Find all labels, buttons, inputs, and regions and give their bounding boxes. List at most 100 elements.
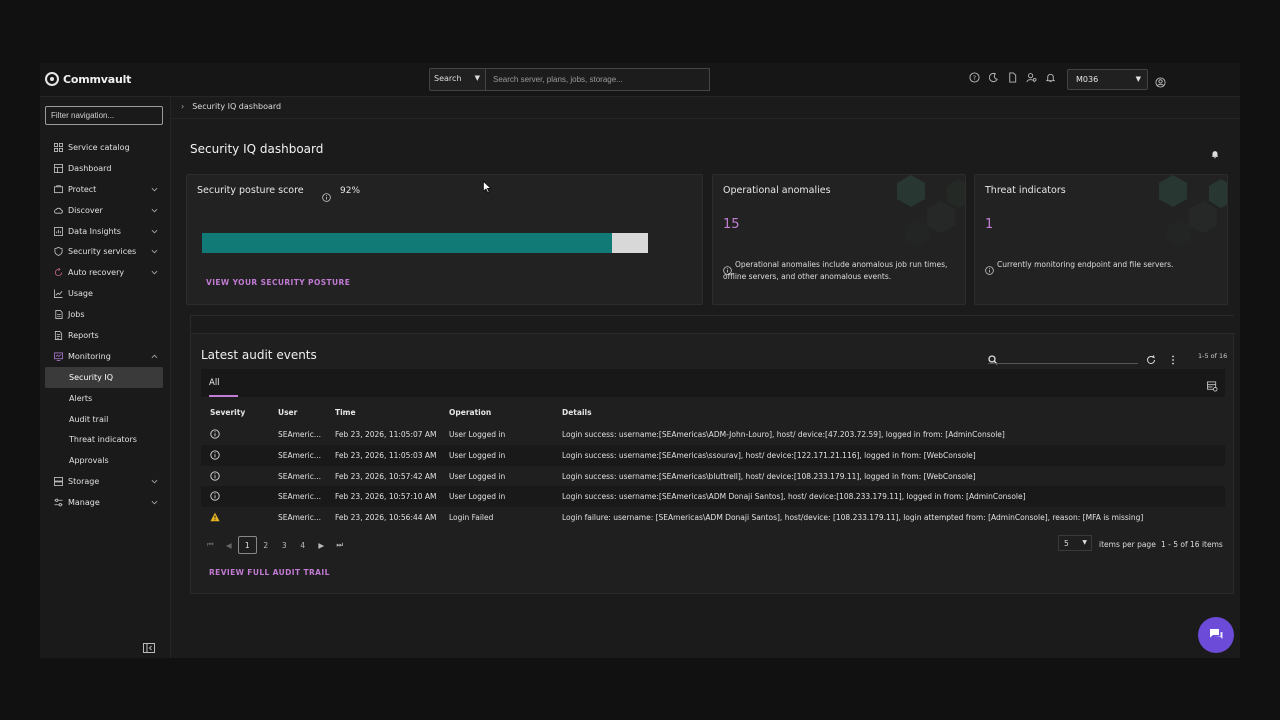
sidebar-item-monitoring[interactable]: Monitoring: [45, 346, 163, 367]
sidebar-item-dashboard[interactable]: Dashboard: [45, 158, 163, 179]
logo-text: Commvault: [63, 72, 132, 86]
monitoring-icon: [54, 352, 63, 361]
table-row[interactable]: SEAmeric... Feb 23, 2026, 10:57:10 AM Us…: [201, 486, 1225, 507]
cell-operation: User Logged in: [449, 472, 506, 481]
column-header-operation[interactable]: Operation: [449, 408, 491, 417]
moon-icon[interactable]: [988, 72, 999, 83]
table-row[interactable]: SEAmeric... Feb 23, 2026, 11:05:07 AM Us…: [201, 424, 1225, 445]
column-settings-icon[interactable]: [1207, 377, 1218, 392]
cell-details: Login success: username:[SEAmericas\ssou…: [562, 451, 976, 460]
sidebar-item-auto-recovery[interactable]: Auto recovery: [45, 262, 163, 283]
review-full-audit-trail-link[interactable]: REVIEW FULL AUDIT TRAIL: [209, 568, 330, 577]
audit-table-header: Severity User Time Operation Details: [201, 404, 1225, 420]
sidebar-item-storage[interactable]: Storage: [45, 471, 163, 492]
view-security-posture-link[interactable]: VIEW YOUR SECURITY POSTURE: [206, 278, 350, 287]
items-per-page-select[interactable]: 5 ▼: [1058, 535, 1092, 551]
cell-user: SEAmeric...: [278, 472, 321, 481]
chevron-down-icon: [151, 499, 158, 506]
sidebar-item-discover[interactable]: Discover: [45, 200, 163, 221]
company-select[interactable]: M036 ▼: [1067, 69, 1148, 90]
sidebar-item-label: Jobs: [68, 310, 85, 320]
search-icon[interactable]: [988, 350, 998, 365]
shield-icon: [54, 247, 63, 257]
audit-events-title: Latest audit events: [201, 348, 317, 362]
sidebar-item-approvals[interactable]: Approvals: [45, 450, 163, 471]
table-row[interactable]: SEAmeric... Feb 23, 2026, 10:56:44 AM Lo…: [201, 507, 1225, 528]
caret-down-icon: ▼: [1135, 75, 1141, 83]
more-options-icon[interactable]: [1168, 350, 1178, 365]
sidebar-item-usage[interactable]: Usage: [45, 283, 163, 304]
notifications-icon[interactable]: [1045, 72, 1056, 83]
cell-user: SEAmeric...: [278, 451, 321, 460]
collapse-sidebar-icon[interactable]: [143, 639, 155, 653]
cell-operation: User Logged in: [449, 430, 506, 439]
chart-icon: [54, 289, 63, 299]
filter-navigation-input[interactable]: [45, 106, 163, 125]
table-row[interactable]: SEAmeric... Feb 23, 2026, 10:57:42 AM Us…: [201, 466, 1225, 487]
warning-severity-icon: [210, 512, 220, 522]
global-search-input[interactable]: [486, 68, 710, 91]
page-3-button[interactable]: 3: [275, 536, 294, 554]
first-page-icon[interactable]: ⏮: [201, 536, 220, 554]
cell-operation: User Logged in: [449, 492, 506, 501]
page-1-button[interactable]: 1: [238, 536, 257, 554]
search-type-select[interactable]: Search ▼: [429, 68, 486, 91]
nav-list: Service catalog Dashboard Protect Discov…: [45, 137, 163, 513]
audit-search-input[interactable]: [988, 363, 1138, 364]
chevron-right-icon[interactable]: ›: [181, 102, 184, 111]
previous-page-icon[interactable]: ◀: [220, 536, 239, 554]
sidebar-item-label: Security services: [68, 247, 137, 257]
sidebar-item-service-catalog[interactable]: Service catalog: [45, 137, 163, 158]
sidebar-item-label: Usage: [68, 289, 93, 299]
divider: [171, 118, 1240, 119]
info-icon: [985, 260, 994, 275]
info-severity-icon: [210, 450, 220, 460]
security-posture-score: 92%: [340, 186, 361, 196]
sidebar-item-security-services[interactable]: Security services: [45, 241, 163, 262]
sidebar-item-threat-indicators[interactable]: Threat indicators: [45, 429, 163, 450]
bell-icon[interactable]: [1210, 144, 1220, 159]
cell-time: Feb 23, 2026, 10:57:42 AM: [335, 472, 437, 481]
sidebar-item-manage[interactable]: Manage: [45, 492, 163, 513]
table-row[interactable]: SEAmeric... Feb 23, 2026, 11:05:03 AM Us…: [201, 445, 1225, 466]
jobs-icon: [54, 310, 63, 320]
latest-audit-events-panel: Latest audit events 1-5 of 16 All Severi…: [190, 315, 1235, 594]
sidebar-item-protect[interactable]: Protect: [45, 179, 163, 200]
cell-user: SEAmeric...: [278, 492, 321, 501]
cell-user: SEAmeric...: [278, 513, 321, 522]
next-page-icon[interactable]: ▶: [312, 536, 331, 554]
chat-button[interactable]: [1198, 617, 1234, 653]
dashboard-icon: [54, 163, 63, 173]
sidebar-item-jobs[interactable]: Jobs: [45, 304, 163, 325]
chevron-down-icon: [151, 186, 158, 193]
cell-details: Login success: username:[SEAmericas\ADM-…: [562, 430, 1005, 439]
cell-user: SEAmeric...: [278, 430, 321, 439]
cell-details: Login failure: username: [SEAmericas\ADM…: [562, 513, 1144, 522]
refresh-icon[interactable]: [1146, 350, 1156, 364]
column-header-time[interactable]: Time: [335, 408, 356, 417]
page-2-button[interactable]: 2: [257, 536, 276, 554]
operational-anomalies-count[interactable]: 15: [723, 217, 740, 232]
column-header-user[interactable]: User: [278, 408, 297, 417]
tab-all[interactable]: All: [209, 378, 220, 388]
user-profile-icon[interactable]: [1155, 73, 1166, 88]
svg-text:?: ?: [973, 74, 976, 82]
sidebar-item-reports[interactable]: Reports: [45, 325, 163, 346]
info-icon[interactable]: [322, 187, 331, 202]
page-title: Security IQ dashboard: [190, 142, 324, 156]
help-icon[interactable]: ?: [969, 72, 980, 83]
sidebar-item-label: Audit trail: [69, 414, 109, 424]
cell-operation: User Logged in: [449, 451, 506, 460]
document-icon[interactable]: [1007, 72, 1018, 83]
threat-indicators-count[interactable]: 1: [985, 217, 993, 232]
page-4-button[interactable]: 4: [294, 536, 313, 554]
sidebar-item-audit-trail[interactable]: Audit trail: [45, 409, 163, 430]
last-page-icon[interactable]: ⏭: [331, 536, 350, 554]
column-header-severity[interactable]: Severity: [210, 408, 245, 417]
sidebar-item-security-iq[interactable]: Security IQ: [45, 366, 163, 388]
commvault-logo[interactable]: Commvault: [45, 72, 131, 86]
column-header-details[interactable]: Details: [562, 408, 592, 417]
sidebar-item-alerts[interactable]: Alerts: [45, 388, 163, 409]
user-settings-icon[interactable]: [1026, 72, 1037, 83]
sidebar-item-data-insights[interactable]: Data Insights: [45, 221, 163, 242]
